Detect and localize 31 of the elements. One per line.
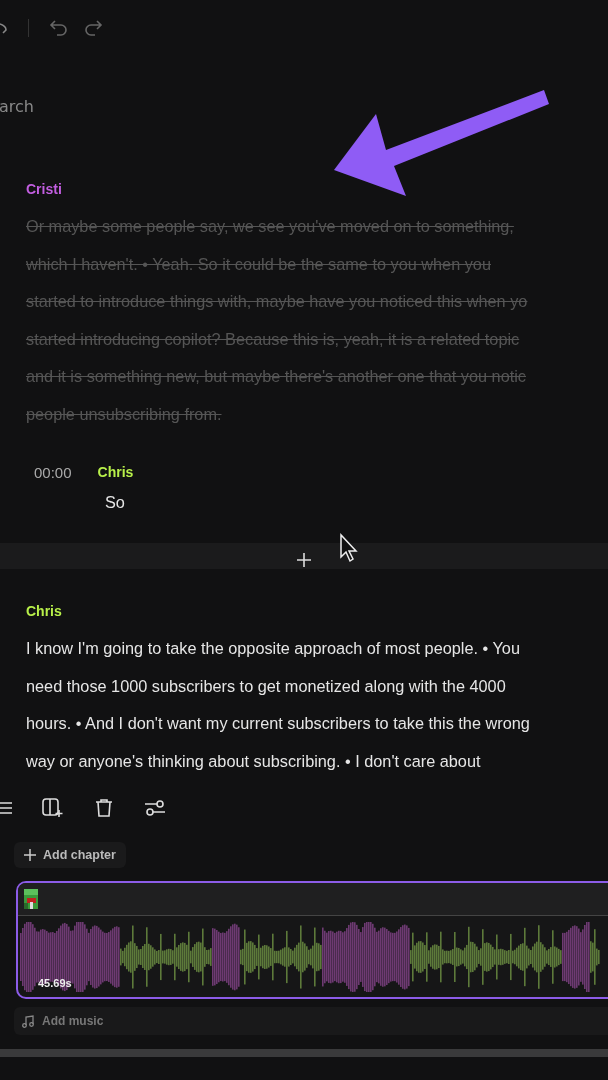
transcript-line: which I haven't. • Yeah. So it could be the same to you when you (26, 253, 491, 275)
plus-icon (24, 849, 36, 861)
add-chapter-button[interactable]: Add chapter (14, 842, 126, 868)
menu-icon[interactable] (0, 801, 12, 815)
transcript-line: I know I'm going to take the opposite approach of most people. • You (26, 638, 520, 660)
music-note-icon (22, 1014, 34, 1028)
search-field[interactable]: arch (0, 97, 608, 117)
duration-label: 45.69s (38, 977, 72, 989)
transcript-line: hours. • And I don't want my current subscribers to take this the wrong (26, 713, 530, 735)
speaker-name: Chris (26, 603, 63, 620)
transcript-line: started to introduce things with, maybe have you noticed this when yo (26, 291, 528, 313)
split-add-icon[interactable] (42, 798, 64, 818)
sliders-icon[interactable] (144, 799, 166, 817)
undo-icon[interactable] (49, 19, 69, 37)
transcript-line: started introducing copilot? Because this is, yeah, it is a related topic (26, 328, 520, 350)
scrollbar[interactable] (0, 1049, 608, 1057)
transcript-line: and it is something new, but maybe there's another one that you notic (26, 366, 526, 388)
speaker-name: Chris (97, 464, 134, 481)
transcript-line: way or anyone's thinking about subscribing. • I don't care about (26, 750, 481, 772)
add-music-button[interactable]: Add music (14, 1007, 608, 1035)
transcript-line: need those 1000 subscribers to get monetized along with the 4000 (26, 675, 506, 697)
redo-icon[interactable] (0, 20, 8, 36)
transcript-line: people unsubscribing from. (26, 403, 222, 425)
audio-track[interactable]: 45.69s (16, 881, 608, 999)
redo-icon[interactable] (83, 19, 103, 37)
trash-icon[interactable] (94, 798, 114, 818)
plus-icon (296, 552, 312, 569)
speaker-name: Cristi (26, 181, 63, 197)
transcript-line: So (105, 491, 125, 513)
transcript-line: Or maybe some people say, we see you've moved on to something, (26, 216, 514, 237)
timestamp: 00:00 (34, 463, 72, 481)
